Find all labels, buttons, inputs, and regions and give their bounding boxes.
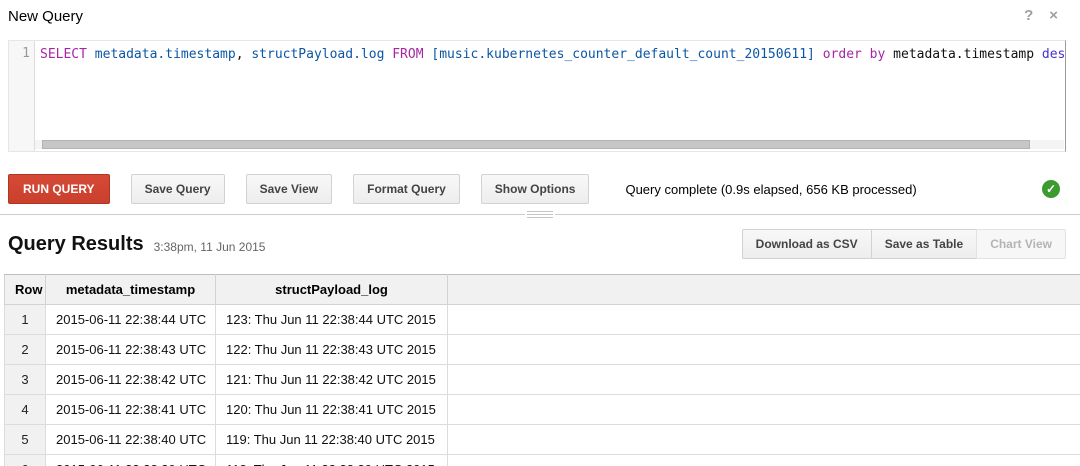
table-cell: 123: Thu Jun 11 22:38:44 UTC 2015 (216, 305, 448, 335)
show-options-button[interactable]: Show Options (481, 174, 590, 204)
editor-gutter: 1 (9, 41, 35, 151)
sql-query-text[interactable]: SELECT metadata.timestamp, structPayload… (35, 41, 1065, 151)
table-cell: 122: Thu Jun 11 22:38:43 UTC 2015 (216, 335, 448, 365)
filler-cell (448, 305, 1080, 335)
table-row: 12015-06-11 22:38:44 UTC123: Thu Jun 11 … (5, 305, 1080, 335)
run-query-button[interactable]: RUN QUERY (8, 174, 110, 204)
filler-cell (448, 455, 1080, 466)
row-number-cell: 3 (5, 365, 46, 395)
table-cell: 121: Thu Jun 11 22:38:42 UTC 2015 (216, 365, 448, 395)
filler-cell (448, 395, 1080, 425)
results-table: Row metadata_timestamp structPayload_log… (4, 274, 1080, 466)
column-header-metadata-timestamp: metadata_timestamp (46, 275, 216, 305)
row-number-cell: 2 (5, 335, 46, 365)
table-header-row: Row metadata_timestamp structPayload_log (5, 275, 1080, 305)
row-number-cell: 5 (5, 425, 46, 455)
save-query-button[interactable]: Save Query (131, 174, 225, 204)
column-header-structpayload-log: structPayload_log (216, 275, 448, 305)
table-cell: 119: Thu Jun 11 22:38:40 UTC 2015 (216, 425, 448, 455)
query-complete-check-icon: ✓ (1042, 180, 1060, 198)
row-number-cell: 6 (5, 455, 46, 466)
filler-cell (448, 365, 1080, 395)
download-csv-button[interactable]: Download as CSV (742, 229, 872, 259)
table-cell: 118: Thu Jun 11 22:38:39 UTC 2015 (216, 455, 448, 466)
close-icon[interactable]: × (1049, 8, 1058, 24)
results-splitter[interactable] (0, 209, 1080, 220)
column-header-row: Row (5, 275, 46, 305)
scrollbar-thumb[interactable] (42, 140, 1030, 149)
row-number-cell: 4 (5, 395, 46, 425)
table-cell: 2015-06-11 22:38:40 UTC (46, 425, 216, 455)
window-header: New Query ? × (0, 0, 1080, 34)
editor-horizontal-scrollbar[interactable] (35, 140, 1064, 149)
query-status-text: Query complete (0.9s elapsed, 656 KB pro… (625, 182, 916, 197)
results-timestamp: 3:38pm, 11 Jun 2015 (154, 240, 266, 254)
table-row: 62015-06-11 22:38:39 UTC118: Thu Jun 11 … (5, 455, 1080, 466)
table-row: 32015-06-11 22:38:42 UTC121: Thu Jun 11 … (5, 365, 1080, 395)
table-cell: 2015-06-11 22:38:44 UTC (46, 305, 216, 335)
line-number: 1 (22, 46, 30, 61)
table-cell: 2015-06-11 22:38:41 UTC (46, 395, 216, 425)
table-cell: 120: Thu Jun 11 22:38:41 UTC 2015 (216, 395, 448, 425)
help-icon[interactable]: ? (1024, 8, 1033, 24)
row-number-cell: 1 (5, 305, 46, 335)
filler-cell (448, 425, 1080, 455)
sql-editor[interactable]: 1 SELECT metadata.timestamp, structPaylo… (8, 40, 1066, 152)
save-view-button[interactable]: Save View (246, 174, 333, 204)
table-cell: 2015-06-11 22:38:39 UTC (46, 455, 216, 466)
save-as-table-button[interactable]: Save as Table (871, 229, 978, 259)
table-row: 42015-06-11 22:38:41 UTC120: Thu Jun 11 … (5, 395, 1080, 425)
table-row: 22015-06-11 22:38:43 UTC122: Thu Jun 11 … (5, 335, 1080, 365)
bigquery-query-panel: New Query ? × 1 SELECT metadata.timestam… (0, 0, 1080, 466)
format-query-button[interactable]: Format Query (353, 174, 460, 204)
filler-cell (448, 335, 1080, 365)
table-cell: 2015-06-11 22:38:42 UTC (46, 365, 216, 395)
window-controls: ? × (1024, 8, 1058, 24)
results-title: Query Results (8, 233, 144, 256)
results-header: Query Results 3:38pm, 11 Jun 2015 Downlo… (0, 228, 1080, 260)
table-row: 52015-06-11 22:38:40 UTC119: Thu Jun 11 … (5, 425, 1080, 455)
query-toolbar: RUN QUERY Save Query Save View Format Qu… (0, 174, 1080, 204)
chart-view-button: Chart View (976, 229, 1066, 259)
column-header-filler (448, 275, 1080, 305)
results-actions: Download as CSV Save as Table Chart View (742, 229, 1066, 259)
page-title: New Query (8, 8, 83, 25)
splitter-handle-icon[interactable] (525, 210, 555, 219)
table-cell: 2015-06-11 22:38:43 UTC (46, 335, 216, 365)
